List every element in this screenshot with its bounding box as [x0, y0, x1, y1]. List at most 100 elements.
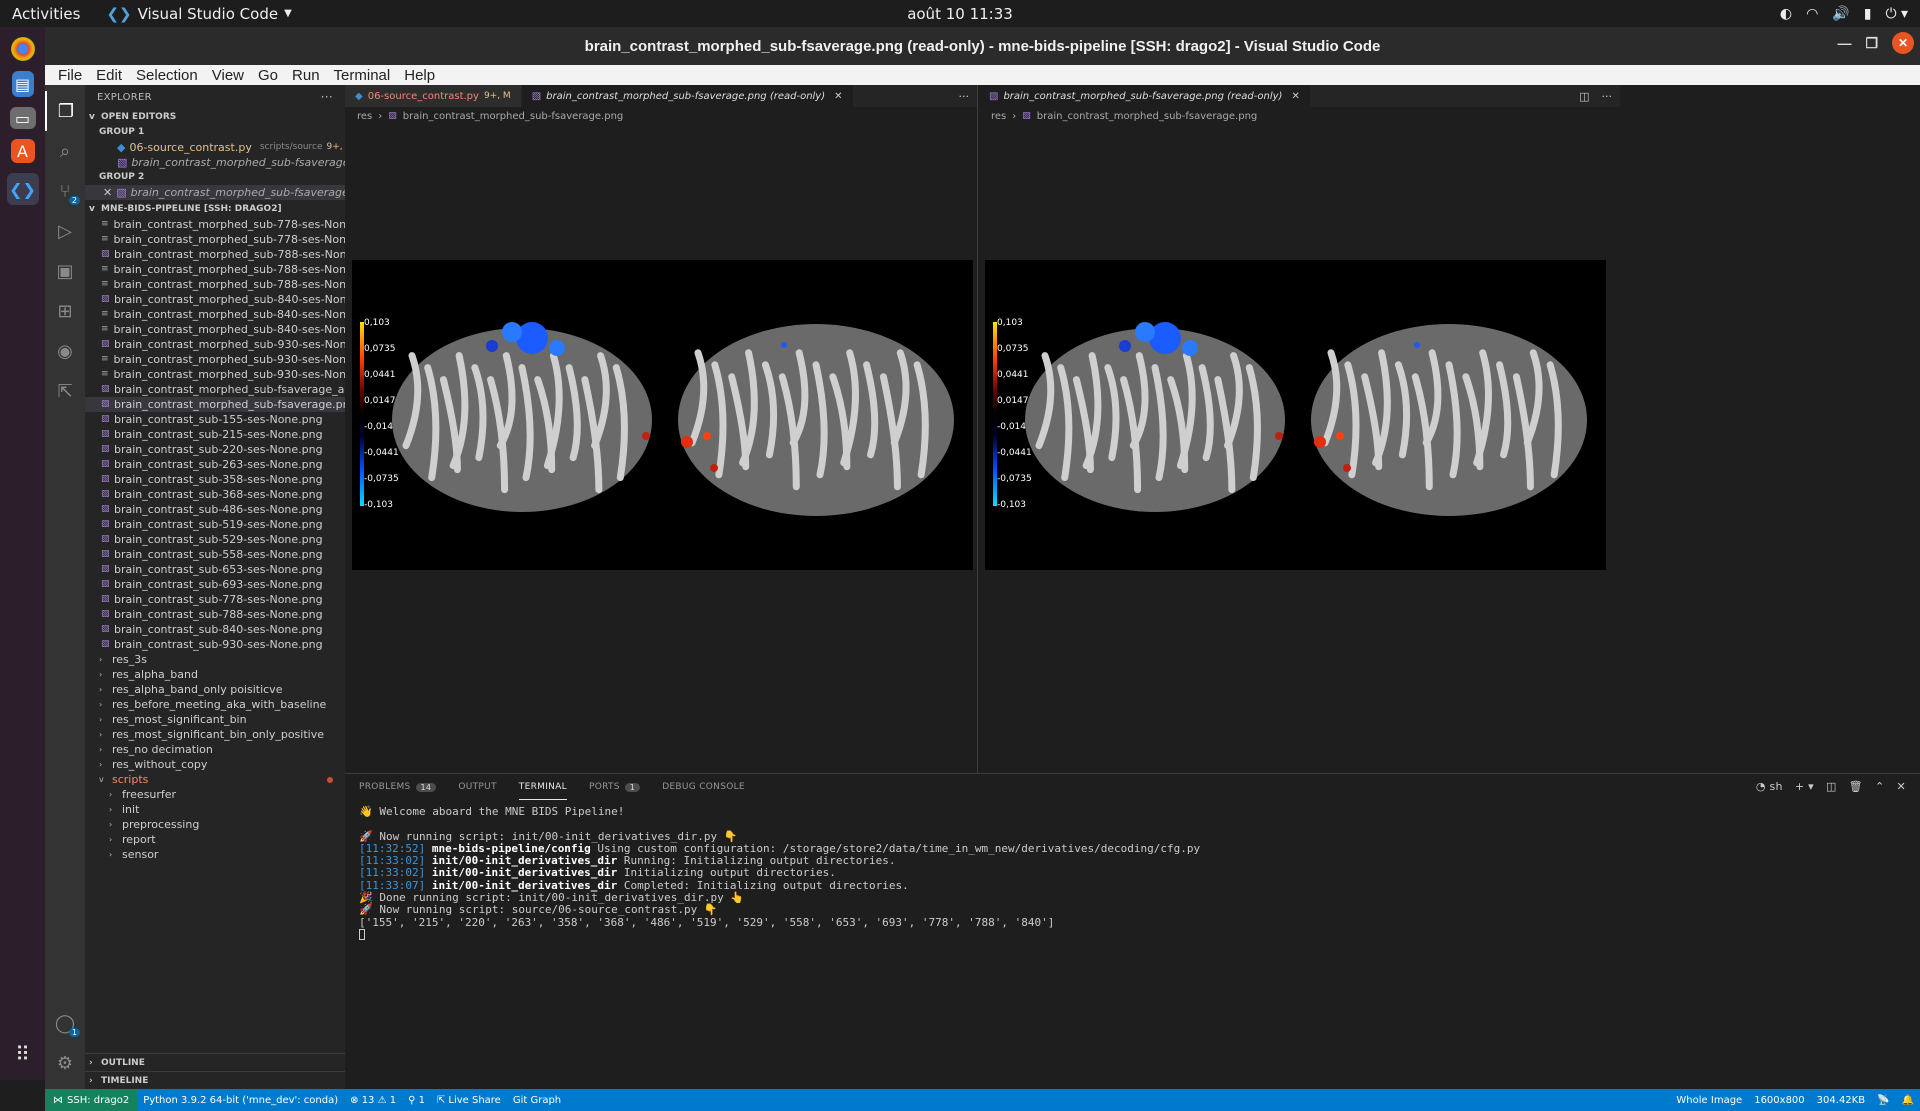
system-tray[interactable]: ◐ ◠ 🔊 ▮ ⏻ ▾ — [1780, 0, 1908, 27]
breadcrumb-file[interactable]: brain_contrast_morphed_sub-fsaverage.png — [403, 111, 624, 122]
file-item[interactable]: ≡ brain_contrast_morphed_sub-778-ses-None… — [85, 217, 345, 232]
file-item[interactable]: ▧ brain_contrast_morphed_sub-fsaverage.pn… — [85, 397, 345, 412]
github-icon[interactable]: ◉ — [45, 331, 85, 371]
breadcrumb-file[interactable]: brain_contrast_morphed_sub-fsaverage.png — [1037, 111, 1258, 122]
tab-ports[interactable]: PORTS 1 — [589, 774, 641, 800]
maximize-panel-icon[interactable]: ⌃ — [1875, 780, 1885, 793]
battery-icon[interactable]: ▮ — [1864, 6, 1872, 22]
app-menu[interactable]: ❮❯ Visual Studio Code ▼ — [106, 5, 291, 23]
file-item[interactable]: ≡ brain_contrast_morphed_sub-788-ses-None… — [85, 277, 345, 292]
file-item[interactable]: ▧ brain_contrast_morphed_sub-fsaverage_al… — [85, 382, 345, 397]
folder-scripts[interactable]: v scripts — [85, 772, 345, 787]
close-icon[interactable]: ✕ — [103, 185, 112, 200]
run-debug-icon[interactable]: ▷ — [45, 211, 85, 251]
outline-header[interactable]: › OUTLINE — [85, 1053, 345, 1071]
open-editor-item[interactable]: ▧ brain_contrast_morphed_sub-fsaverage.p… — [85, 155, 345, 170]
wifi-icon[interactable]: ◠ — [1806, 6, 1818, 22]
chrome-icon[interactable] — [10, 37, 35, 61]
menu-file[interactable]: File — [51, 67, 89, 84]
software-center-icon[interactable]: A — [10, 139, 35, 163]
open-editor-item[interactable]: ✕ ▧ brain_contrast_morphed_sub-fsaverage… — [85, 185, 345, 200]
file-item[interactable]: ▧ brain_contrast_sub-486-ses-None.png — [85, 502, 345, 517]
activities-button[interactable]: Activities — [12, 5, 80, 23]
timeline-header[interactable]: › TIMELINE — [85, 1071, 345, 1089]
tab-output[interactable]: OUTPUT — [458, 774, 496, 800]
power-menu-icon[interactable]: ⏻ ▾ — [1885, 6, 1908, 22]
folder-item[interactable]: › report — [85, 832, 345, 847]
git-graph-button[interactable]: Git Graph — [507, 1095, 567, 1106]
accounts-icon[interactable]: ◯ 1 — [45, 1003, 85, 1043]
file-item[interactable]: ▧ brain_contrast_morphed_sub-840-ses-None… — [85, 292, 345, 307]
ports-indicator[interactable]: ⚲ 1 — [402, 1095, 431, 1106]
split-editor-icon[interactable]: ◫ — [1579, 90, 1589, 103]
tab-source-contrast[interactable]: ◆ 06-source_contrast.py 9+, M — [345, 85, 522, 107]
show-applications-icon[interactable]: ⠿ — [15, 1042, 30, 1066]
tab-brain-contrast-image[interactable]: ▧ brain_contrast_morphed_sub-fsaverage.p… — [521, 85, 854, 107]
breadcrumb-folder[interactable]: res — [357, 111, 372, 122]
file-item[interactable]: ▧ brain_contrast_sub-215-ses-None.png — [85, 427, 345, 442]
volume-icon[interactable]: 🔊 — [1832, 6, 1849, 22]
more-actions-icon[interactable]: ··· — [959, 90, 970, 103]
explorer-icon[interactable]: ❐ — [45, 91, 85, 131]
folder-item[interactable]: › res_without_copy — [85, 757, 345, 772]
live-share-button[interactable]: ⇱ Live Share — [431, 1095, 507, 1106]
file-item[interactable]: ≡ brain_contrast_morphed_sub-840-ses-None… — [85, 307, 345, 322]
menu-run[interactable]: Run — [285, 67, 327, 84]
remote-explorer-icon[interactable]: ▣ — [45, 251, 85, 291]
minimize-icon[interactable]: — — [1837, 35, 1851, 51]
file-item[interactable]: ▧ brain_contrast_sub-558-ses-None.png — [85, 547, 345, 562]
tab-terminal[interactable]: TERMINAL — [518, 774, 567, 800]
file-item[interactable]: ▧ brain_contrast_sub-653-ses-None.png — [85, 562, 345, 577]
terminal-output[interactable]: 👋 Welcome aboard the MNE BIDS Pipeline! … — [345, 800, 1920, 941]
text-editor-icon[interactable]: ▤ — [11, 71, 34, 97]
file-item[interactable]: ▧ brain_contrast_sub-529-ses-None.png — [85, 532, 345, 547]
folder-item[interactable]: › freesurfer — [85, 787, 345, 802]
file-item[interactable]: ▧ brain_contrast_sub-788-ses-None.png — [85, 607, 345, 622]
file-item[interactable]: ▧ brain_contrast_sub-693-ses-None.png — [85, 577, 345, 592]
tab-brain-contrast-image[interactable]: ▧ brain_contrast_morphed_sub-fsaverage.p… — [979, 85, 1311, 107]
vscode-icon[interactable]: ❮❯ — [6, 173, 39, 205]
file-item[interactable]: ≡ brain_contrast_morphed_sub-930-ses-None… — [85, 352, 345, 367]
file-item[interactable]: ▧ brain_contrast_sub-930-ses-None.png — [85, 637, 345, 652]
folder-item[interactable]: › res_most_significant_bin — [85, 712, 345, 727]
menu-help[interactable]: Help — [397, 67, 442, 84]
image-zoom[interactable]: Whole Image — [1670, 1095, 1748, 1106]
restore-icon[interactable]: ❐ — [1865, 35, 1878, 52]
folder-item[interactable]: › res_alpha_band — [85, 667, 345, 682]
file-item[interactable]: ▧ brain_contrast_sub-155-ses-None.png — [85, 412, 345, 427]
notifications-icon[interactable]: 🔔 — [1896, 1095, 1920, 1106]
files-icon[interactable]: ▭ — [9, 107, 36, 129]
close-panel-icon[interactable]: ✕ — [1896, 780, 1906, 793]
file-item[interactable]: ▧ brain_contrast_sub-220-ses-None.png — [85, 442, 345, 457]
breadcrumb-folder[interactable]: res — [991, 111, 1006, 122]
file-item[interactable]: ≡ brain_contrast_morphed_sub-778-ses-None… — [85, 232, 345, 247]
file-item[interactable]: ≡ brain_contrast_morphed_sub-930-ses-None… — [85, 367, 345, 382]
file-item[interactable]: ≡ brain_contrast_morphed_sub-788-ses-None… — [85, 262, 345, 277]
broadcast-icon[interactable]: 📡 — [1871, 1095, 1895, 1106]
search-icon[interactable]: ⌕ — [45, 131, 85, 171]
split-terminal-icon[interactable]: ◫ — [1826, 780, 1837, 793]
menu-view[interactable]: View — [205, 67, 251, 84]
file-item[interactable]: ▧ brain_contrast_morphed_sub-788-ses-None… — [85, 247, 345, 262]
folder-item[interactable]: › res_3s — [85, 652, 345, 667]
brain-contrast-image[interactable]: 0,103 0,0735 0,0441 0,0147 -0,0147 -0,0441 -0,… — [352, 260, 973, 570]
tab-problems[interactable]: PROBLEMS 14 — [359, 774, 437, 800]
python-interpreter[interactable]: Python 3.9.2 64-bit ('mne_dev': conda) — [137, 1095, 344, 1106]
close-window-icon[interactable]: ✕ — [1892, 32, 1914, 54]
settings-gear-icon[interactable]: ⚙ — [45, 1043, 85, 1083]
close-icon[interactable]: ✕ — [1291, 91, 1299, 102]
terminal-shell-select[interactable]: ◔ sh — [1756, 780, 1783, 793]
close-icon[interactable]: ✕ — [834, 91, 842, 102]
workspace-header[interactable]: v MNE-BIDS-PIPELINE [SSH: DRAGO2] — [85, 201, 345, 217]
menu-edit[interactable]: Edit — [89, 67, 129, 84]
menu-go[interactable]: Go — [251, 67, 285, 84]
source-control-icon[interactable]: ⑂ 2 — [45, 171, 85, 211]
file-item[interactable]: ▧ brain_contrast_sub-840-ses-None.png — [85, 622, 345, 637]
file-item[interactable]: ▧ brain_contrast_sub-358-ses-None.png — [85, 472, 345, 487]
folder-item[interactable]: › res_most_significant_bin_only_positive — [85, 727, 345, 742]
brain-contrast-image[interactable]: 0,103 0,0735 0,0441 0,0147 -0,0147 -0,0441 -0,… — [985, 260, 1606, 570]
remote-indicator[interactable]: ⋈ SSH: drago2 — [45, 1089, 138, 1111]
trash-icon[interactable]: 🗑 — [1849, 780, 1863, 793]
folder-item[interactable]: › res_before_meeting_aka_with_baseline — [85, 697, 345, 712]
file-item[interactable]: ▧ brain_contrast_sub-778-ses-None.png — [85, 592, 345, 607]
